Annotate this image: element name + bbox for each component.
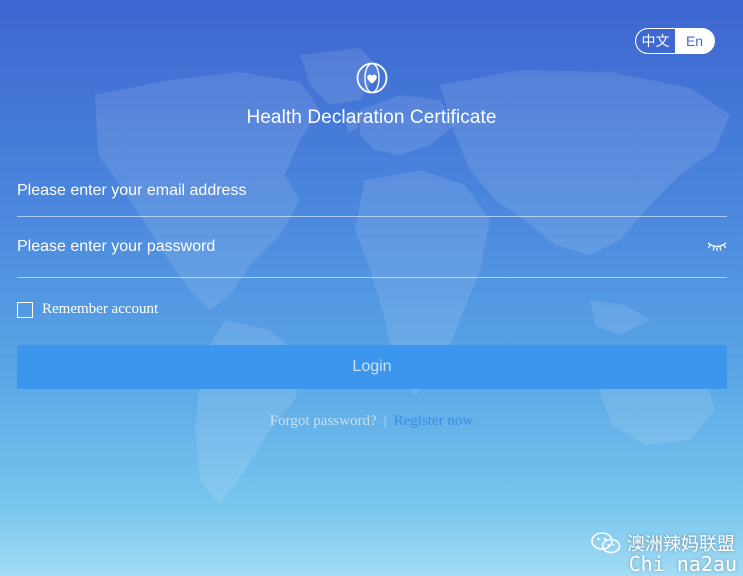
- language-option-english[interactable]: En: [675, 29, 714, 53]
- remember-account-row: Remember account: [17, 301, 158, 318]
- language-toggle[interactable]: 中文 En: [635, 28, 715, 54]
- remember-account-checkbox[interactable]: [17, 301, 33, 318]
- password-input[interactable]: [17, 228, 727, 266]
- email-input[interactable]: [17, 172, 727, 210]
- page-title: Health Declaration Certificate: [246, 107, 497, 128]
- closed-eye-icon[interactable]: [707, 240, 727, 252]
- links-separator: |: [383, 413, 387, 429]
- wechat-icon: [591, 532, 621, 554]
- globe-heart-icon: [356, 62, 388, 94]
- auth-links: Forgot password? | Register now: [0, 413, 743, 430]
- email-field-container: [17, 172, 727, 217]
- register-now-link[interactable]: Register now: [394, 413, 474, 429]
- login-button[interactable]: Login: [17, 345, 727, 389]
- remember-account-label[interactable]: Remember account: [42, 301, 158, 318]
- password-field-container: [17, 228, 727, 278]
- language-option-chinese[interactable]: 中文: [636, 29, 675, 53]
- forgot-password-link[interactable]: Forgot password?: [270, 413, 377, 429]
- watermark-subtext: Chi na2au: [628, 552, 737, 576]
